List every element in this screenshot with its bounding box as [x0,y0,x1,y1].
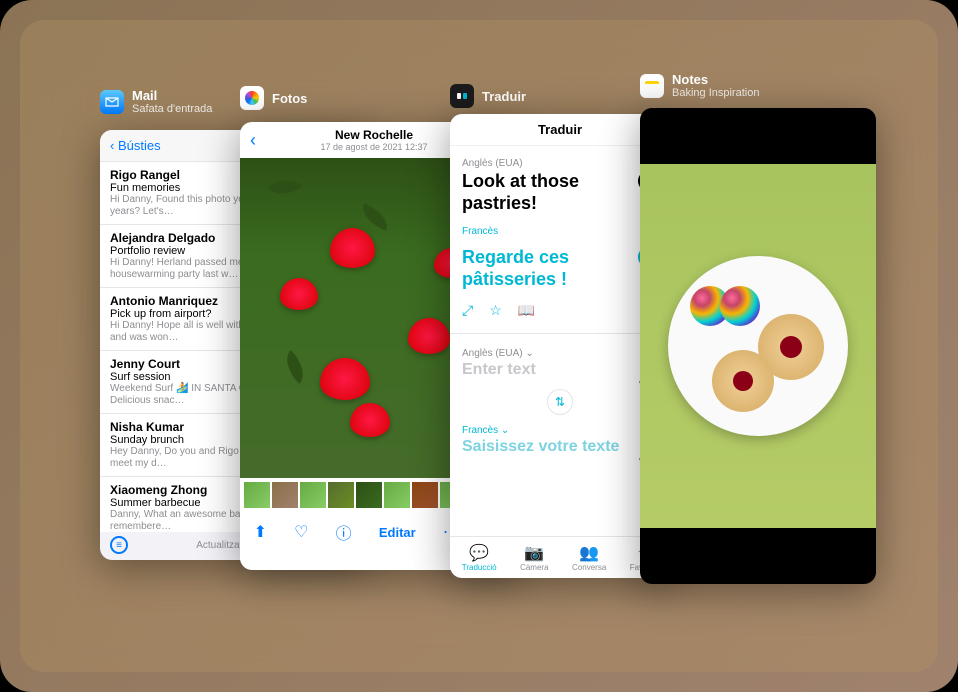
info-icon[interactable]: ⓘ [336,520,352,544]
tab-càmera[interactable]: 📷Càmera [520,543,548,572]
dictionary-icon[interactable]: 📖 [518,302,535,319]
expand-icon[interactable]: ⤢ [462,302,473,319]
mail-back-button[interactable]: ‹ Bústies [110,138,161,153]
app-switcher[interactable]: Mail Safata d'entrada Fotos Traduir Note… [0,0,958,692]
tab-icon: 📷 [520,543,548,563]
tab-conversa[interactable]: 👥Conversa [572,543,606,572]
app-title: Fotos [272,91,307,106]
input-source-lang[interactable]: Anglès (EUA) ⌄ [462,348,658,359]
app-title: Mail [132,88,157,103]
source-lang-label: Anglès (EUA) [462,158,658,169]
heart-icon[interactable]: ♡ [294,522,308,542]
tab-icon: 👥 [572,543,606,563]
notes-icon [640,74,664,98]
tab-traducció[interactable]: 💬Traducció [462,543,497,572]
edit-button[interactable]: Editar [379,525,416,540]
translate-card[interactable]: Traduir ⊕ Anglès (EUA) ▶ Look at those p… [450,114,670,578]
note-image[interactable] [640,164,876,528]
swap-languages-button[interactable]: ⇅ [547,389,573,415]
app-subtitle: Baking Inspiration [672,87,759,99]
tab-icon: 💬 [462,543,497,563]
photos-icon [240,86,264,110]
share-icon[interactable]: ⬆ [254,522,267,542]
ipad-frame: Mail Safata d'entrada Fotos Traduir Note… [0,0,958,692]
notes-card[interactable] [640,108,876,584]
translate-icon [450,84,474,108]
filter-icon[interactable]: ≡ [110,536,128,554]
app-title: Traduir [482,89,526,104]
app-label-photos[interactable]: Fotos [240,86,307,110]
input-target-lang[interactable]: Francès ⌄ [462,425,658,436]
app-title: Notes [672,72,708,87]
target-text: Regarde ces pâtisseries ! [462,247,658,290]
mail-icon [100,90,124,114]
app-label-translate[interactable]: Traduir [450,84,526,108]
source-input[interactable]: Enter text [462,361,658,379]
app-subtitle: Safata d'entrada [132,103,212,115]
translate-header: Traduir ⊕ [450,114,670,146]
target-lang-label: Francès [462,226,658,237]
favorite-icon[interactable]: ☆ [489,302,502,319]
translate-tabbar: 💬Traducció📷Càmera👥Conversa★Favorits [450,536,670,578]
source-text: Look at those pastries! [462,171,658,214]
app-label-notes[interactable]: Notes Baking Inspiration [640,72,759,99]
target-input[interactable]: Saisissez votre texte [462,438,658,456]
app-label-mail[interactable]: Mail Safata d'entrada [100,88,212,115]
